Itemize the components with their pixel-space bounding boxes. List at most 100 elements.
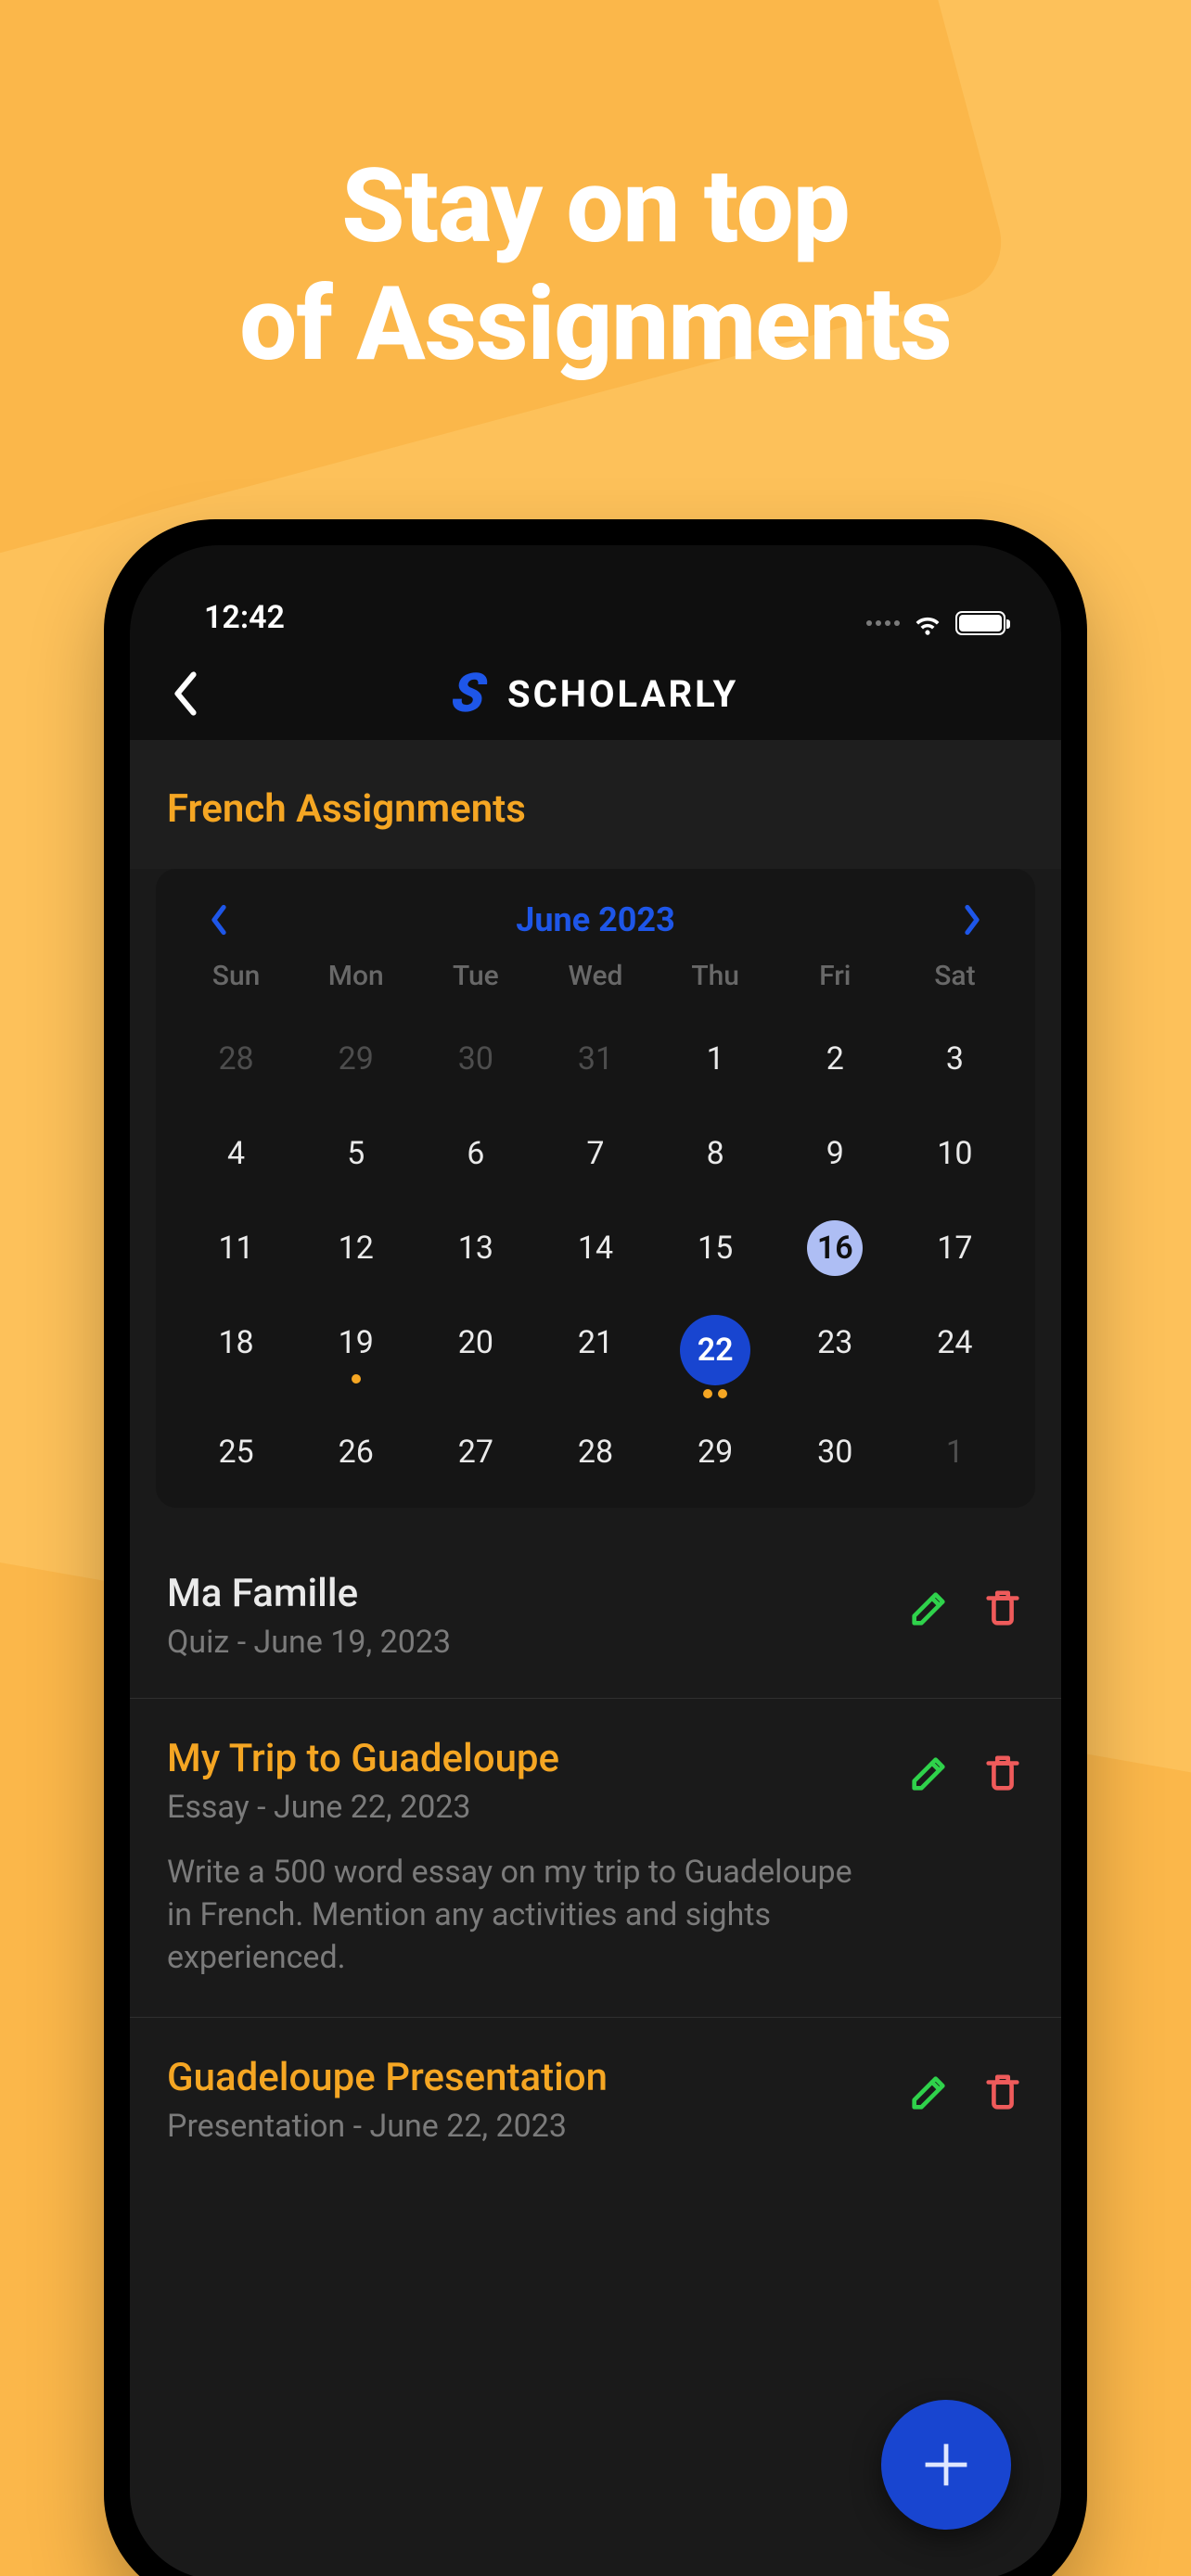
- chevron-left-icon: [170, 671, 201, 716]
- calendar-dow: Wed: [535, 960, 655, 992]
- section-title: French Assignments: [130, 740, 1061, 869]
- assignment-actions: [907, 1571, 1024, 1630]
- delete-assignment-button[interactable]: [981, 1753, 1024, 1795]
- battery-icon: [955, 611, 1005, 635]
- calendar-day[interactable]: 12: [328, 1220, 384, 1276]
- plus-icon: [916, 2435, 976, 2494]
- assignment-title: Ma Famille: [167, 1571, 879, 1616]
- calendar-day[interactable]: 15: [687, 1220, 743, 1276]
- delete-assignment-button[interactable]: [981, 1588, 1024, 1630]
- status-bar: 12:42: [130, 545, 1061, 647]
- calendar-day[interactable]: 30: [807, 1424, 863, 1480]
- calendar-dow: Sat: [895, 960, 1015, 992]
- wifi-icon: [911, 610, 944, 636]
- calendar: June 2023 SunMonTueWedThuFriSat282930311…: [156, 869, 1035, 1508]
- calendar-day[interactable]: 18: [209, 1315, 264, 1371]
- calendar-day[interactable]: 16: [807, 1220, 863, 1276]
- app-title: SCHOLARLY: [507, 672, 738, 716]
- trash-icon: [981, 2072, 1024, 2114]
- calendar-day[interactable]: 22: [680, 1315, 750, 1385]
- calendar-day[interactable]: 27: [448, 1424, 504, 1480]
- assignment-list: Ma Famille Quiz - June 19, 2023 My Trip to…: [130, 1534, 1061, 2182]
- assignment-main: Guadeloupe Presentation Presentation - Ju…: [167, 2055, 879, 2145]
- calendar-day[interactable]: 20: [448, 1315, 504, 1371]
- app-logo: S: [448, 662, 490, 725]
- assignment-row[interactable]: My Trip to Guadeloupe Essay - June 22, 20…: [130, 1698, 1061, 2017]
- assignment-actions: [907, 1736, 1024, 1795]
- nav-bar: S SCHOLARLY: [130, 647, 1061, 740]
- calendar-dow: Tue: [416, 960, 535, 992]
- assignment-row[interactable]: Guadeloupe Presentation Presentation - Ju…: [130, 2017, 1061, 2182]
- edit-assignment-button[interactable]: [907, 2072, 950, 2114]
- calendar-month-label: June 2023: [237, 900, 954, 939]
- trash-icon: [981, 1588, 1024, 1630]
- pencil-icon: [907, 1753, 950, 1795]
- calendar-day[interactable]: 11: [209, 1220, 264, 1276]
- calendar-day[interactable]: 31: [568, 1031, 623, 1087]
- calendar-day[interactable]: 13: [448, 1220, 504, 1276]
- calendar-day[interactable]: 4: [209, 1126, 264, 1181]
- calendar-day[interactable]: 26: [328, 1424, 384, 1480]
- assignment-main: Ma Famille Quiz - June 19, 2023: [167, 1571, 879, 1661]
- assignment-title: My Trip to Guadeloupe: [167, 1736, 879, 1781]
- assignment-row[interactable]: Ma Famille Quiz - June 19, 2023: [130, 1534, 1061, 1698]
- calendar-day[interactable]: 5: [328, 1126, 384, 1181]
- cellular-icon: [866, 620, 900, 626]
- calendar-day[interactable]: 24: [927, 1315, 982, 1371]
- calendar-day[interactable]: 28: [209, 1031, 264, 1087]
- calendar-grid: SunMonTueWedThuFriSat2829303112345678910…: [176, 960, 1015, 1480]
- promo-line-1: Stay on top: [0, 148, 1191, 266]
- assignment-subtitle: Quiz - June 19, 2023: [167, 1624, 879, 1661]
- delete-assignment-button[interactable]: [981, 2072, 1024, 2114]
- edit-assignment-button[interactable]: [907, 1753, 950, 1795]
- calendar-day[interactable]: 29: [687, 1424, 743, 1480]
- promo-headline: Stay on top of Assignments: [0, 0, 1191, 383]
- add-assignment-button[interactable]: [881, 2400, 1011, 2530]
- calendar-day[interactable]: 2: [807, 1031, 863, 1087]
- calendar-day[interactable]: 19: [328, 1315, 384, 1371]
- calendar-day[interactable]: 3: [927, 1031, 982, 1087]
- calendar-day[interactable]: 7: [568, 1126, 623, 1181]
- chevron-right-icon: [962, 904, 982, 936]
- promo-line-2: of Assignments: [0, 266, 1191, 384]
- page-body: French Assignments June 2023: [130, 740, 1061, 2576]
- assignment-title: Guadeloupe Presentation: [167, 2055, 879, 2100]
- calendar-dow: Sun: [176, 960, 296, 992]
- assignment-subtitle: Presentation - June 22, 2023: [167, 2108, 879, 2145]
- calendar-day[interactable]: 30: [448, 1031, 504, 1087]
- edit-assignment-button[interactable]: [907, 1588, 950, 1630]
- back-button[interactable]: [163, 671, 208, 716]
- assignment-subtitle: Essay - June 22, 2023: [167, 1789, 879, 1826]
- pencil-icon: [907, 2072, 950, 2114]
- assignment-main: My Trip to Guadeloupe Essay - June 22, 20…: [167, 1736, 879, 1980]
- calendar-day[interactable]: 17: [927, 1220, 982, 1276]
- calendar-dow: Fri: [775, 960, 895, 992]
- calendar-day[interactable]: 8: [687, 1126, 743, 1181]
- calendar-day[interactable]: 6: [448, 1126, 504, 1181]
- calendar-day[interactable]: 29: [328, 1031, 384, 1087]
- calendar-next-button[interactable]: [954, 901, 991, 938]
- calendar-day[interactable]: 28: [568, 1424, 623, 1480]
- assignment-actions: [907, 2055, 1024, 2114]
- calendar-day[interactable]: 25: [209, 1424, 264, 1480]
- calendar-day[interactable]: 9: [807, 1126, 863, 1181]
- calendar-dow: Thu: [656, 960, 775, 992]
- calendar-day[interactable]: 14: [568, 1220, 623, 1276]
- calendar-day[interactable]: 1: [927, 1424, 982, 1480]
- chevron-left-icon: [209, 904, 229, 936]
- calendar-dow: Mon: [296, 960, 416, 992]
- assignment-description: Write a 500 word essay on my trip to Gua…: [167, 1852, 879, 1980]
- status-icons: [866, 610, 1005, 636]
- calendar-day[interactable]: 21: [568, 1315, 623, 1371]
- calendar-day-event-dots: [680, 1389, 750, 1398]
- device-frame: 12:42: [104, 519, 1087, 2576]
- screen: 12:42: [130, 545, 1061, 2576]
- status-time: 12:42: [204, 599, 285, 636]
- calendar-day[interactable]: 10: [927, 1126, 982, 1181]
- calendar-day-event-dots: [328, 1374, 384, 1384]
- trash-icon: [981, 1753, 1024, 1795]
- calendar-day[interactable]: 23: [807, 1315, 863, 1371]
- calendar-day[interactable]: 1: [687, 1031, 743, 1087]
- calendar-prev-button[interactable]: [200, 901, 237, 938]
- pencil-icon: [907, 1588, 950, 1630]
